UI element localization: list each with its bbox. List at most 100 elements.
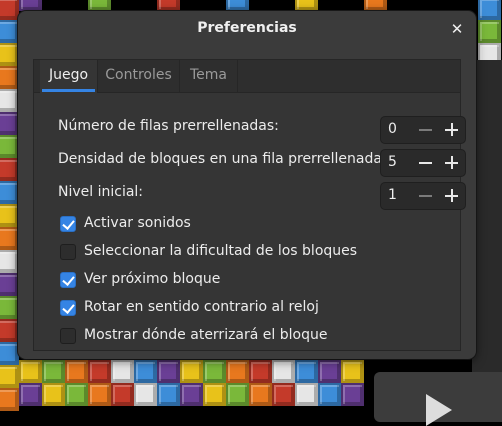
play-button[interactable]	[374, 372, 502, 426]
prefilled-density-value[interactable]: 5	[388, 154, 397, 170]
play-icon	[426, 394, 452, 426]
board-block	[157, 0, 180, 11]
board-block	[134, 383, 157, 406]
board-block	[0, 158, 19, 181]
board-block	[42, 360, 65, 383]
board-block	[318, 360, 341, 383]
board-block	[0, 66, 19, 89]
board-block	[478, 0, 501, 20]
board-block	[203, 383, 226, 406]
start-level-decrement[interactable]	[411, 183, 439, 209]
tab-juego[interactable]: Juego	[40, 60, 98, 93]
board-block	[111, 360, 134, 383]
show-landing-checkbox[interactable]	[60, 328, 76, 344]
close-icon: ✕	[450, 20, 464, 38]
board-block	[364, 0, 387, 11]
sounds-label: Activar sonidos	[84, 215, 191, 231]
board-block	[0, 204, 19, 227]
board-block	[226, 383, 249, 406]
board-block	[0, 135, 19, 158]
prefilled-rows-label: Número de filas prerrellenadas:	[58, 118, 279, 134]
board-block	[249, 383, 272, 406]
start-level-spinbutton[interactable]: 1	[380, 182, 466, 210]
board-block	[180, 383, 203, 406]
show-landing-label: Mostrar dónde aterrizará el bloque	[84, 327, 328, 343]
tab-tema[interactable]: Tema	[180, 60, 238, 92]
tab-bar: Juego Controles Tema	[34, 60, 460, 93]
sounds-checkbox[interactable]	[60, 216, 76, 232]
board-block	[0, 89, 19, 112]
board-block	[0, 388, 19, 411]
board-block	[0, 273, 19, 296]
board-block	[0, 0, 19, 20]
rotate-ccw-label: Rotar en sentido contrario al reloj	[84, 299, 319, 315]
board-block	[272, 360, 295, 383]
preferences-dialog: Preferencias ✕ Juego Controles Tema Núme…	[18, 11, 476, 359]
titlebar[interactable]: Preferencias ✕	[18, 11, 476, 47]
board-block	[157, 383, 180, 406]
prefilled-density-label: Densidad de bloques en una fila prerrell…	[58, 151, 387, 167]
minus-icon	[419, 129, 432, 131]
difficulty-checkbox[interactable]	[60, 244, 76, 260]
board-block	[295, 383, 318, 406]
board-block	[0, 296, 19, 319]
board-block	[272, 383, 295, 406]
rotate-ccw-checkbox[interactable]	[60, 300, 76, 316]
checkmark-icon	[62, 217, 75, 230]
next-block-label: Ver próximo bloque	[84, 271, 221, 287]
prefilled-rows-value[interactable]: 0	[388, 121, 397, 137]
board-block	[134, 360, 157, 383]
dialog-title: Preferencias	[197, 20, 297, 36]
board-block	[203, 360, 226, 383]
board-block	[0, 181, 19, 204]
checkmark-icon	[62, 301, 75, 314]
board-block	[295, 360, 318, 383]
side-panel	[472, 60, 502, 390]
prefilled-density-increment[interactable]	[437, 150, 465, 176]
board-block	[341, 360, 364, 383]
board-block	[19, 383, 42, 406]
board-block	[0, 20, 19, 43]
board-block	[295, 0, 318, 11]
start-level-increment[interactable]	[437, 183, 465, 209]
board-block	[0, 250, 19, 273]
board-block	[19, 0, 42, 11]
board-block	[478, 20, 501, 43]
prefilled-rows-decrement[interactable]	[411, 117, 439, 143]
board-block	[157, 360, 180, 383]
minus-icon	[419, 195, 432, 197]
board-block	[88, 383, 111, 406]
board-block	[0, 227, 19, 250]
board-block	[65, 360, 88, 383]
board-block	[226, 360, 249, 383]
board-block	[0, 43, 19, 66]
board-block	[88, 0, 111, 11]
start-level-value[interactable]: 1	[388, 187, 397, 203]
prefilled-rows-increment[interactable]	[437, 117, 465, 143]
board-block	[111, 383, 134, 406]
board-block	[19, 360, 42, 383]
next-block-checkbox[interactable]	[60, 272, 76, 288]
tab-notebook: Juego Controles Tema Número de filas pre…	[33, 59, 466, 351]
board-block	[249, 360, 272, 383]
board-block	[341, 383, 364, 406]
start-level-label: Nivel inicial:	[58, 184, 144, 200]
board-block	[0, 319, 19, 342]
board-block	[65, 383, 88, 406]
prefilled-density-decrement[interactable]	[411, 150, 439, 176]
board-block	[180, 360, 203, 383]
prefilled-density-spinbutton[interactable]: 5	[380, 149, 466, 177]
board-block	[42, 383, 65, 406]
close-button[interactable]: ✕	[446, 18, 468, 40]
tab-controles[interactable]: Controles	[98, 60, 180, 92]
checkmark-icon	[62, 273, 75, 286]
difficulty-label: Seleccionar la dificultad de los bloques	[84, 243, 358, 259]
board-block	[0, 112, 19, 135]
board-block	[0, 342, 19, 365]
board-block	[226, 0, 249, 11]
prefilled-rows-spinbutton[interactable]: 0	[380, 116, 466, 144]
minus-icon	[419, 162, 432, 164]
board-block	[318, 383, 341, 406]
board-block	[88, 360, 111, 383]
board-block	[0, 365, 19, 388]
